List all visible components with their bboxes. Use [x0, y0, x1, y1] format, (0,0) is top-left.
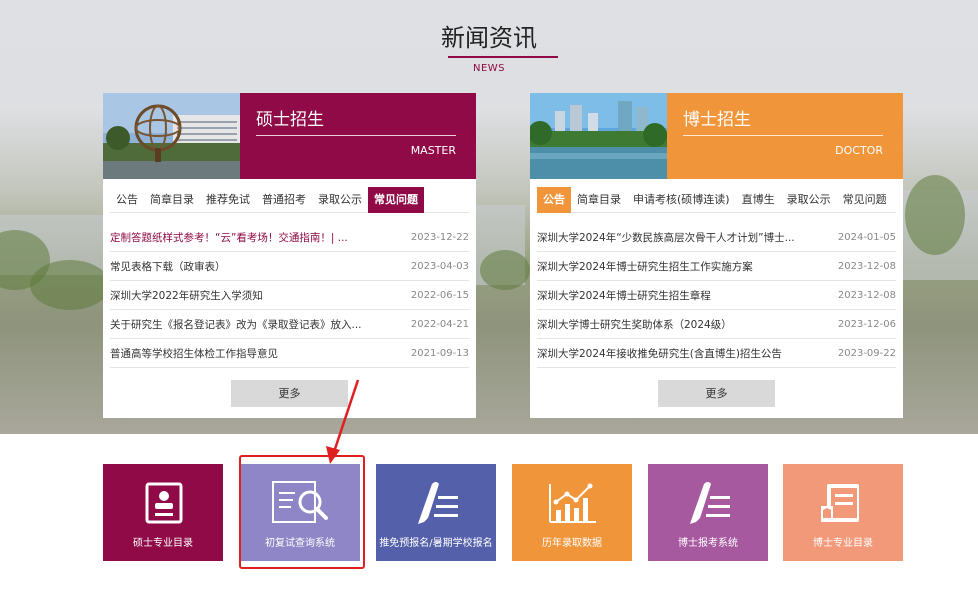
news-date: 2023-12-08 — [837, 260, 896, 272]
news-row[interactable]: 深圳大学博士研究生奖助体系（2024级） 2023-12-06 — [537, 310, 896, 339]
doctor-tab-brochure[interactable]: 简章目录 — [571, 187, 627, 213]
doctor-tab-faq[interactable]: 常见问题 — [837, 187, 893, 213]
master-banner-divider — [256, 135, 456, 136]
news-title[interactable]: 普通高等学校招生体检工作指导意见 — [110, 346, 278, 361]
news-title[interactable]: 关于研究生《报名登记表》改为《录取登记表》放入... — [110, 317, 362, 332]
news-title[interactable]: 定制答题纸样式参考！“云”看考场！交通指南！| ... — [110, 230, 348, 245]
admission-data-tile[interactable]: 历年录取数据 — [512, 464, 632, 561]
master-campus-photo — [103, 93, 240, 179]
master-more-button[interactable]: 更多 — [231, 380, 348, 407]
news-date: 2023-12-06 — [837, 318, 896, 330]
doctor-tab-admission-list[interactable]: 录取公示 — [781, 187, 837, 213]
section-underline — [448, 56, 558, 58]
news-title[interactable]: 常见表格下载（政审表） — [110, 259, 226, 274]
recommendation-signup-tile[interactable]: 推免预报名/暑期学校报名 — [376, 464, 496, 561]
news-row[interactable]: 深圳大学2024年博士研究生招生章程 2023-12-08 — [537, 281, 896, 310]
master-title: 硕士招生 — [256, 110, 324, 130]
news-row[interactable]: 关于研究生《报名登记表》改为《录取登记表》放入... 2022-04-21 — [110, 310, 469, 339]
news-date: 2023-12-08 — [837, 289, 896, 301]
doctor-news-list: 深圳大学2024年“少数民族高层次骨干人才计划”博士... 2024-01-05 … — [537, 223, 896, 368]
news-date: 2022-04-21 — [410, 318, 469, 330]
annotation-highlight-box — [239, 455, 365, 569]
doctor-tab-application-review[interactable]: 申请考核(硕博连读) — [627, 187, 736, 213]
doctor-subtitle: DOCTOR — [835, 144, 883, 157]
news-title[interactable]: 深圳大学2024年“少数民族高层次骨干人才计划”博士... — [537, 230, 795, 245]
news-date: 2023-09-22 — [837, 347, 896, 359]
master-banner[interactable]: 硕士招生 MASTER — [240, 93, 476, 179]
news-row[interactable]: 深圳大学2022年研究生入学须知 2022-06-15 — [110, 281, 469, 310]
master-news-list: 定制答题纸样式参考！“云”看考场！交通指南！| ... 2023-12-22 常见… — [110, 223, 469, 368]
bar-chart-icon — [549, 483, 596, 523]
doctor-tabs: 公告 简章目录 申请考核(硕博连读) 直博生 录取公示 常见问题 — [537, 187, 896, 213]
book-icon — [821, 484, 859, 522]
news-title[interactable]: 深圳大学2022年研究生入学须知 — [110, 288, 263, 303]
news-title[interactable]: 深圳大学博士研究生奖助体系（2024级） — [537, 317, 732, 332]
news-date: 2021-09-13 — [410, 347, 469, 359]
news-date: 2023-12-22 — [410, 231, 469, 243]
doctor-admissions-card: 博士招生 DOCTOR 公告 简章目录 申请考核(硕博连读) 直博生 录取公示 … — [530, 93, 903, 418]
news-date: 2023-04-03 — [410, 260, 469, 272]
pen-list-icon — [690, 482, 730, 524]
news-row[interactable]: 深圳大学2024年“少数民族高层次骨干人才计划”博士... 2024-01-05 — [537, 223, 896, 252]
doctor-campus-photo — [530, 93, 667, 179]
master-catalog-tile[interactable]: 硕士专业目录 — [103, 464, 223, 561]
tile-label: 博士专业目录 — [813, 538, 873, 549]
document-icon — [145, 482, 183, 524]
doctor-title: 博士招生 — [683, 110, 751, 130]
master-tab-announcement[interactable]: 公告 — [110, 187, 144, 213]
news-row[interactable]: 深圳大学2024年博士研究生招生工作实施方案 2023-12-08 — [537, 252, 896, 281]
news-date: 2024-01-05 — [837, 231, 896, 243]
master-admissions-card: 硕士招生 MASTER 公告 简章目录 推荐免试 普通招考 录取公示 常见问题 … — [103, 93, 476, 418]
master-tab-brochure[interactable]: 简章目录 — [144, 187, 200, 213]
tile-label: 博士报考系统 — [678, 538, 738, 549]
phd-catalog-tile[interactable]: 博士专业目录 — [783, 464, 903, 561]
news-title[interactable]: 深圳大学2024年博士研究生招生工作实施方案 — [537, 259, 753, 274]
news-title[interactable]: 深圳大学2024年接收推免研究生(含直博生)招生公告 — [537, 346, 782, 361]
master-tab-general-exam[interactable]: 普通招考 — [256, 187, 312, 213]
pen-list-icon — [418, 482, 458, 524]
phd-application-tile[interactable]: 博士报考系统 — [648, 464, 768, 561]
section-subtitle: NEWS — [472, 63, 506, 74]
master-subtitle: MASTER — [410, 144, 456, 157]
news-title[interactable]: 深圳大学2024年博士研究生招生章程 — [537, 288, 711, 303]
news-row[interactable]: 普通高等学校招生体检工作指导意见 2021-09-13 — [110, 339, 469, 368]
master-tabs: 公告 简章目录 推荐免试 普通招考 录取公示 常见问题 — [110, 187, 469, 213]
master-tab-admission-list[interactable]: 录取公示 — [312, 187, 368, 213]
doctor-banner[interactable]: 博士招生 DOCTOR — [667, 93, 903, 179]
master-tab-faq[interactable]: 常见问题 — [368, 187, 424, 213]
news-date: 2022-06-15 — [410, 289, 469, 301]
doctor-banner-divider — [683, 135, 883, 136]
news-row[interactable]: 定制答题纸样式参考！“云”看考场！交通指南！| ... 2023-12-22 — [110, 223, 469, 252]
doctor-tab-announcement[interactable]: 公告 — [537, 187, 571, 213]
doctor-tab-direct-phd[interactable]: 直博生 — [736, 187, 781, 213]
section-title: 新闻资讯 — [441, 24, 537, 52]
tile-label: 推免预报名/暑期学校报名 — [379, 538, 493, 549]
news-row[interactable]: 深圳大学2024年接收推免研究生(含直博生)招生公告 2023-09-22 — [537, 339, 896, 368]
tile-label: 硕士专业目录 — [133, 538, 193, 549]
master-tab-recommended[interactable]: 推荐免试 — [200, 187, 256, 213]
tile-label: 历年录取数据 — [542, 538, 602, 549]
doctor-more-button[interactable]: 更多 — [658, 380, 775, 407]
news-row[interactable]: 常见表格下载（政审表） 2023-04-03 — [110, 252, 469, 281]
